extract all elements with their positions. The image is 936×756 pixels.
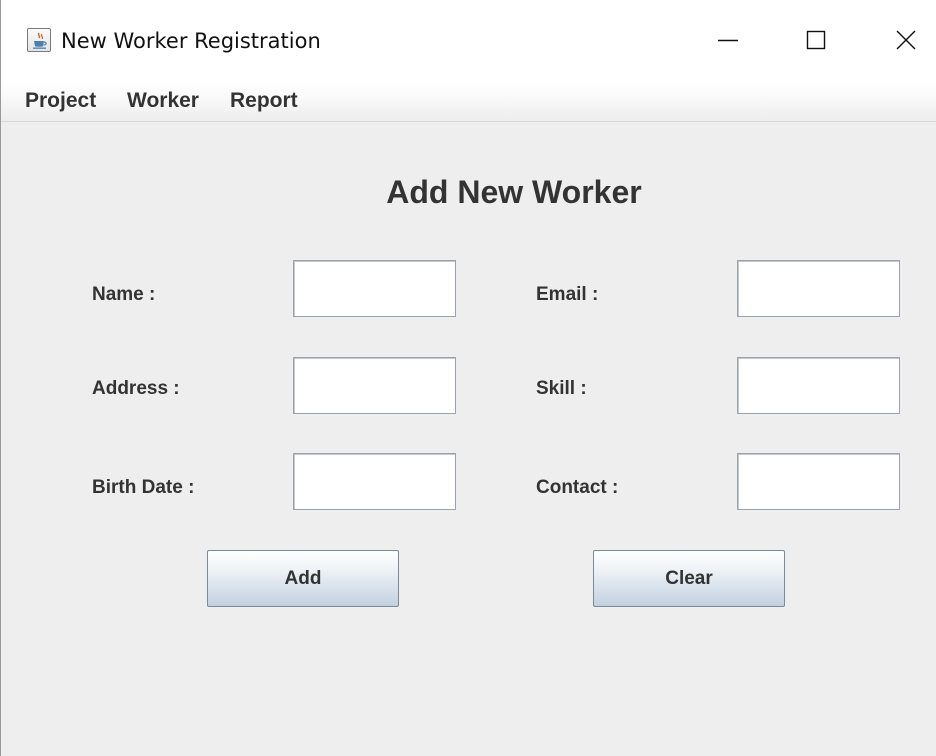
clear-button[interactable]: Clear [593,550,785,607]
menu-worker[interactable]: Worker [127,86,199,116]
contact-label: Contact : [536,477,619,498]
app-window: New Worker Registration Project Worker R… [0,0,936,756]
close-button[interactable] [883,20,929,60]
add-button[interactable]: Add [207,550,399,607]
java-cup-icon[interactable] [27,28,51,52]
contact-field[interactable] [737,453,900,510]
maximize-button[interactable] [793,20,839,60]
title-bar[interactable]: New Worker Registration [1,0,936,80]
close-icon [896,30,916,50]
menu-bar: Project Worker Report [1,80,936,122]
menu-report[interactable]: Report [230,86,298,116]
skill-label: Skill : [536,378,587,399]
birth-date-field[interactable] [293,453,456,510]
name-label: Name : [92,284,156,305]
window-title: New Worker Registration [61,29,321,53]
skill-field[interactable] [737,357,900,414]
maximize-icon [806,30,826,50]
email-label: Email : [536,284,599,305]
email-field[interactable] [737,260,900,317]
menu-project[interactable]: Project [25,86,96,116]
address-label: Address : [92,378,180,399]
minimize-button[interactable] [705,20,751,60]
name-field[interactable] [293,260,456,317]
minimize-icon [718,39,738,42]
address-field[interactable] [293,357,456,414]
birth-date-label: Birth Date : [92,477,195,498]
form-heading: Add New Worker [386,174,642,210]
